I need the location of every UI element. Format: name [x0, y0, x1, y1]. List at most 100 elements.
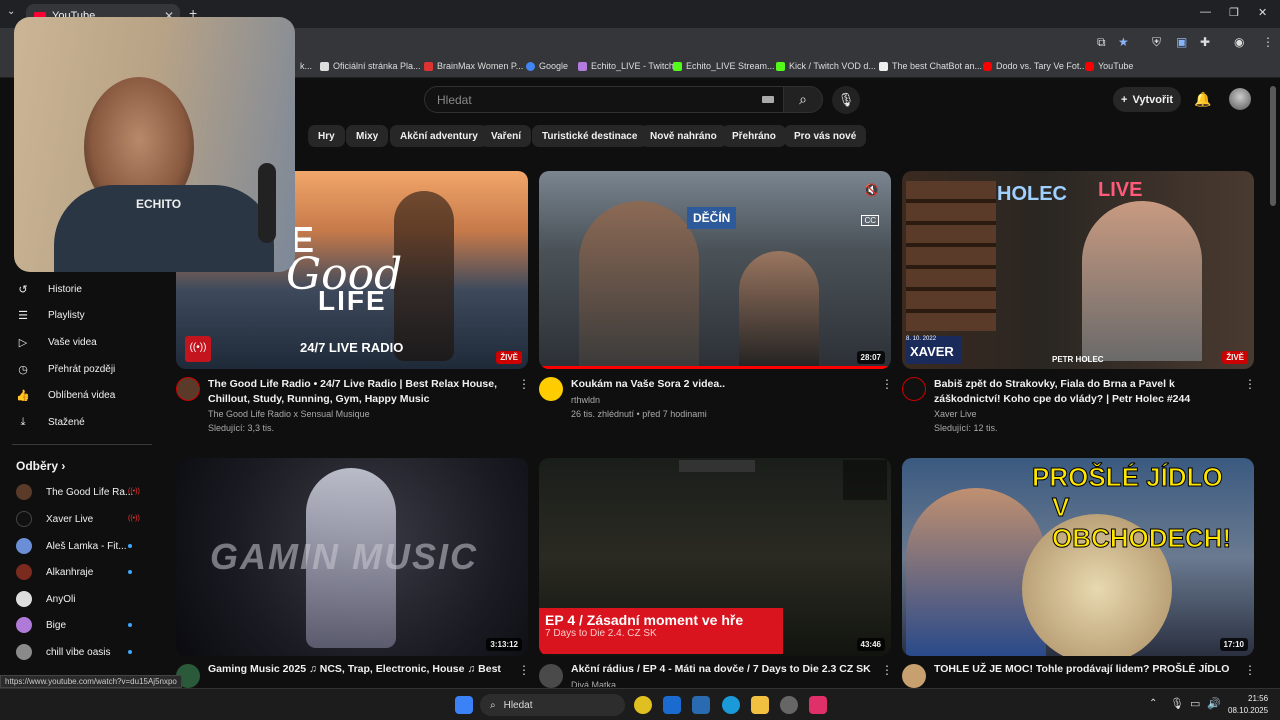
- chip-filter[interactable]: Hry: [308, 125, 345, 147]
- bookmark-item[interactable]: BrainMax Women P...: [424, 61, 523, 71]
- channel-avatar[interactable]: [539, 664, 563, 688]
- video-channel[interactable]: The Good Life Radio x Sensual Musique: [208, 407, 370, 421]
- subscription-item[interactable]: The Good Life Ra... ((•)): [16, 482, 140, 502]
- browser-menu-icon[interactable]: ⋮: [1262, 35, 1274, 49]
- search-input[interactable]: Hledat: [424, 86, 784, 113]
- video-meta: Sledující: 3,3 tis.: [208, 423, 275, 433]
- video-title[interactable]: Akční rádius / EP 4 - Máti na dovče / 7 …: [571, 662, 871, 677]
- mute-icon[interactable]: 🔇: [864, 183, 879, 197]
- chip-filter[interactable]: Vaření: [481, 125, 532, 147]
- taskbar-clock[interactable]: 21:56 08.10.2025: [1228, 693, 1268, 717]
- bookmark-item[interactable]: Google: [526, 61, 568, 71]
- install-app-icon[interactable]: ⧉: [1097, 35, 1106, 50]
- tab-list-chevron-icon[interactable]: ⌄: [7, 6, 15, 17]
- edge-icon[interactable]: [722, 696, 740, 714]
- subscription-item[interactable]: Xaver Live ((•)): [16, 509, 140, 529]
- restore-icon[interactable]: ❐: [1229, 6, 1239, 19]
- chip-filter[interactable]: Mixy: [346, 125, 389, 147]
- windows-start-icon[interactable]: [455, 696, 473, 714]
- volume-icon[interactable]: 🔊: [1207, 697, 1221, 710]
- chip-filter[interactable]: Akční adventury: [390, 125, 488, 147]
- chip-filter[interactable]: Nově nahráno: [640, 125, 727, 147]
- settings-icon[interactable]: [780, 696, 798, 714]
- channel-avatar[interactable]: [176, 377, 200, 401]
- taskbar-search[interactable]: ⌕ Hledat: [480, 694, 625, 716]
- video-thumbnail[interactable]: EP 4 / Zásadní moment ve hře 7 Days to D…: [539, 458, 891, 656]
- subscription-item[interactable]: AnyOli: [16, 589, 75, 609]
- chip-filter[interactable]: Pro vás nové: [784, 125, 867, 147]
- video-channel[interactable]: Divá Matka: [571, 678, 616, 687]
- subscription-item[interactable]: chill vibe oasis: [16, 642, 132, 662]
- video-menu-icon[interactable]: ⋮: [881, 663, 893, 677]
- video-channel[interactable]: Xaver Live: [934, 407, 977, 421]
- subscription-item[interactable]: Bige: [16, 615, 132, 635]
- profile-icon[interactable]: ◉: [1234, 35, 1244, 49]
- channel-avatar[interactable]: [539, 377, 563, 401]
- bookmark-item[interactable]: Kick / Twitch VOD d...: [776, 61, 876, 71]
- channel-avatar: [16, 591, 32, 607]
- video-title[interactable]: The Good Life Radio • 24/7 Live Radio | …: [208, 377, 508, 407]
- bookmark-star-icon[interactable]: ★: [1118, 35, 1129, 49]
- video-thumbnail[interactable]: PROŠLÉ JÍDLO V OBCHODECH! 17:10: [902, 458, 1254, 656]
- microphone-tray-icon[interactable]: 🎙: [1170, 697, 1184, 710]
- shield-extension-icon[interactable]: ⛨: [1152, 35, 1161, 50]
- sidebar-item-playlists[interactable]: ☰ Playlisty: [16, 305, 85, 325]
- sidebar-item-history[interactable]: ↺ Historie: [16, 279, 82, 299]
- bookmark-item[interactable]: Echito_LIVE - Twitch: [578, 61, 674, 71]
- video-duration: 43:46: [856, 638, 885, 651]
- video-thumbnail[interactable]: DĚČÍN 🔇 CC 28:07: [539, 171, 891, 369]
- outlook-icon[interactable]: [663, 696, 681, 714]
- chip-filter[interactable]: Přehráno: [722, 125, 786, 147]
- video-menu-icon[interactable]: ⋮: [881, 377, 893, 391]
- sidebar-item-your-videos[interactable]: ▷ Vaše videa: [16, 332, 97, 352]
- video-meta: 26 tis. zhlédnutí • před 7 hodinami: [571, 409, 707, 419]
- video-menu-icon[interactable]: ⋮: [518, 663, 530, 677]
- sidebar-item-liked[interactable]: 👍 Oblíbená videa: [16, 385, 115, 405]
- close-window-icon[interactable]: ✕: [1258, 6, 1267, 19]
- bookmark-item[interactable]: YouTube: [1085, 61, 1133, 71]
- file-explorer-icon[interactable]: [751, 696, 769, 714]
- search-button[interactable]: ⌕: [783, 86, 823, 113]
- create-button[interactable]: + Vytvořit: [1113, 87, 1181, 112]
- voice-search-button[interactable]: 🎙: [832, 86, 860, 114]
- tray-chevron-icon[interactable]: ⌃: [1149, 698, 1157, 709]
- translate-extension-icon[interactable]: ▣: [1176, 35, 1187, 49]
- bookmark-item[interactable]: Dodo vs. Tary Ve Fot...: [983, 61, 1087, 71]
- network-icon[interactable]: ▭: [1190, 697, 1200, 710]
- video-channel[interactable]: rthwldn: [571, 393, 600, 407]
- subscription-item[interactable]: Alkanhraje: [16, 562, 132, 582]
- account-avatar[interactable]: [1229, 88, 1251, 110]
- sidebar-item-downloads[interactable]: ⤓ Stažené: [16, 412, 85, 432]
- bookmark-label: Dodo vs. Tary Ve Fot...: [996, 61, 1087, 71]
- video-menu-icon[interactable]: ⋮: [1244, 663, 1256, 677]
- minimize-icon[interactable]: —: [1200, 6, 1211, 18]
- video-thumbnail[interactable]: HOLEC LIVE XAVER 8. 10. 2022 PETR HOLEC …: [902, 171, 1254, 369]
- bookmark-item[interactable]: Echito_LIVE Stream...: [673, 61, 775, 71]
- chrome-icon[interactable]: [634, 696, 652, 714]
- video-thumbnail[interactable]: GAMIN MUSIC 3:13:12: [176, 458, 528, 656]
- channel-avatar[interactable]: [902, 377, 926, 401]
- bookmark-item[interactable]: The best ChatBot an...: [879, 61, 982, 71]
- video-menu-icon[interactable]: ⋮: [518, 377, 530, 391]
- subscription-item[interactable]: Aleš Lamka - Fit...: [16, 536, 132, 556]
- channel-avatar[interactable]: [902, 664, 926, 688]
- bookmark-label: Echito_LIVE - Twitch: [591, 61, 674, 71]
- video-title[interactable]: Gaming Music 2025 ♫ NCS, Trap, Electroni…: [208, 662, 508, 675]
- video-title[interactable]: Babiš zpět do Strakovky, Fiala do Brna a…: [934, 377, 1234, 407]
- video-title[interactable]: TOHLE UŽ JE MOC! Tohle prodávají lidem? …: [934, 662, 1234, 675]
- extensions-icon[interactable]: ✚: [1200, 35, 1210, 49]
- store-icon[interactable]: [692, 696, 710, 714]
- subscriptions-heading[interactable]: Odběry ›: [16, 459, 65, 473]
- page-scrollbar[interactable]: [1270, 86, 1276, 206]
- tiktok-icon[interactable]: [809, 696, 827, 714]
- chip-filter[interactable]: Turistické destinace: [532, 125, 648, 147]
- video-menu-icon[interactable]: ⋮: [1244, 377, 1256, 391]
- sidebar-item-watch-later[interactable]: ◷ Přehrát později: [16, 359, 115, 379]
- keyboard-icon[interactable]: [762, 96, 774, 103]
- video-title[interactable]: Koukám na Vaše Sora 2 videa..: [571, 377, 871, 392]
- notifications-bell-icon[interactable]: 🔔: [1194, 91, 1211, 108]
- bookmark-item[interactable]: k...: [300, 61, 312, 71]
- bookmark-item[interactable]: Oficiální stránka Pla...: [320, 61, 421, 71]
- captions-icon[interactable]: CC: [861, 215, 879, 226]
- like-icon: 👍: [16, 389, 30, 402]
